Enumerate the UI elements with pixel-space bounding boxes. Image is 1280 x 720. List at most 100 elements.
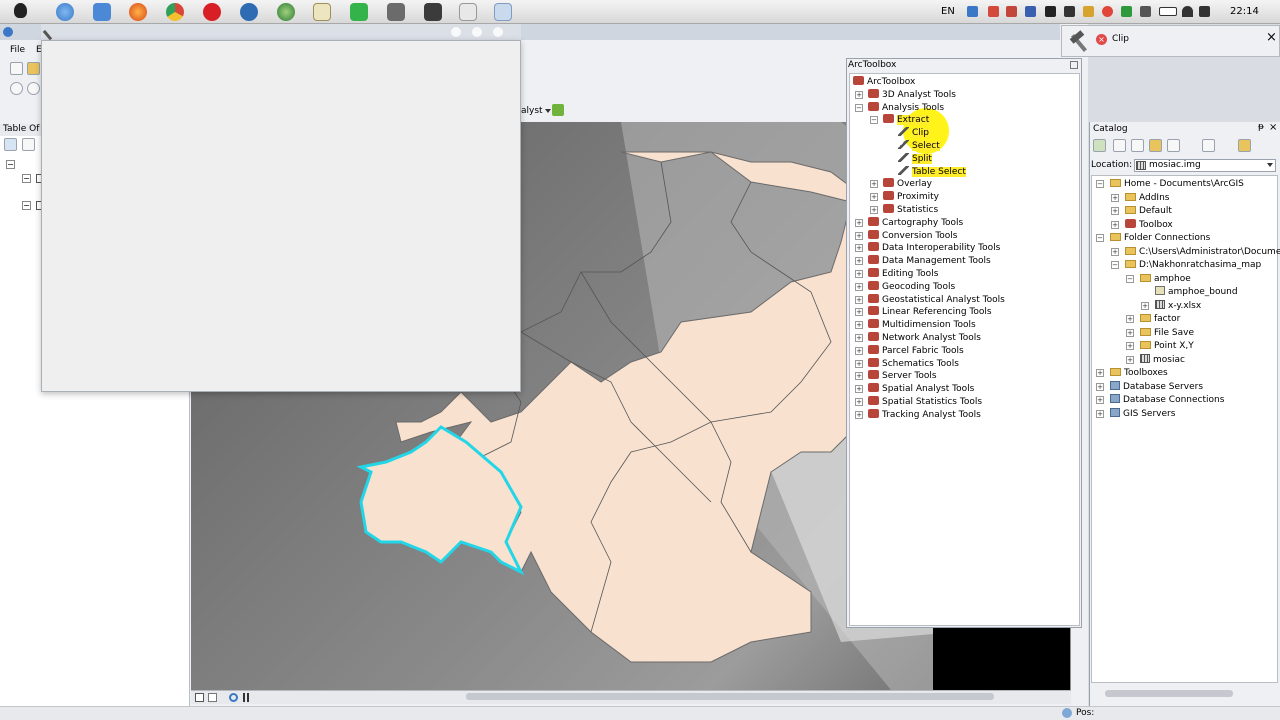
catalog-expander-icon[interactable]: − [1111, 261, 1119, 269]
document-app-icon[interactable] [459, 3, 477, 21]
menu-file[interactable]: File [10, 45, 25, 55]
check-geometry-icon[interactable] [552, 104, 564, 116]
catalog-close-icon[interactable]: × [1269, 122, 1277, 133]
analyst-dropdown-arrow-icon[interactable] [545, 109, 551, 113]
tree-expander-icon[interactable]: + [855, 372, 863, 381]
layout-view-icon[interactable] [208, 693, 217, 702]
tree-expander-icon[interactable]: + [855, 385, 863, 394]
tree-expander-icon[interactable]: + [855, 308, 863, 317]
tray-icon-5[interactable] [1045, 6, 1056, 17]
collapse-layer-1-icon[interactable]: − [22, 174, 31, 183]
catalog-expander-icon[interactable]: + [1111, 207, 1119, 215]
catalog-item[interactable]: D:\Nakhonratchasima_map [1125, 259, 1261, 271]
new-folder-icon[interactable] [1238, 139, 1251, 152]
catalog-item[interactable]: Toolbox [1125, 218, 1173, 231]
analyst-dropdown-label[interactable]: alyst [521, 106, 543, 116]
catalog-expander-icon[interactable]: + [1126, 355, 1134, 364]
tree-expander-icon[interactable]: + [855, 218, 863, 227]
tray-icon-7[interactable] [1083, 6, 1094, 17]
toolbox-item[interactable]: Extract [883, 114, 930, 126]
toolbox-item[interactable]: Conversion Tools [868, 229, 958, 242]
tray-icon-10[interactable] [1140, 6, 1151, 17]
catalog-item[interactable]: AddIns [1125, 192, 1169, 204]
tree-expander-icon[interactable]: + [855, 282, 863, 291]
list-by-source-icon[interactable] [22, 138, 35, 151]
tree-expander-icon[interactable]: − [855, 103, 863, 112]
tree-expander-icon[interactable]: + [870, 180, 878, 189]
open-folder-icon[interactable] [27, 62, 40, 75]
catalog-horizontal-scrollbar[interactable] [1105, 690, 1233, 697]
catalog-expander-icon[interactable]: + [1141, 301, 1149, 310]
toolbox-item[interactable]: Linear Referencing Tools [868, 306, 992, 318]
toolbox-item[interactable]: Network Analyst Tools [868, 332, 981, 344]
tree-expander-icon[interactable]: + [855, 270, 863, 278]
pause-drawing-icon[interactable] [243, 693, 249, 702]
notepad-icon[interactable] [313, 3, 331, 21]
opera-icon[interactable] [203, 3, 221, 21]
catalog-expander-icon[interactable]: + [1126, 315, 1134, 323]
tree-expander-icon[interactable]: + [855, 321, 863, 330]
zoom-out-icon[interactable] [27, 82, 40, 95]
catalog-item[interactable]: mosiac [1140, 353, 1185, 366]
tree-expander-icon[interactable]: − [870, 116, 878, 125]
location-input[interactable]: mosiac.img [1134, 159, 1276, 172]
terminal-icon[interactable] [387, 3, 405, 21]
new-document-icon[interactable] [10, 62, 23, 75]
toolbox-item[interactable]: Spatial Statistics Tools [868, 396, 982, 408]
toolbox-item[interactable]: Parcel Fabric Tools [868, 344, 964, 357]
toolbox-tool-item[interactable]: Clip [898, 127, 929, 139]
toolbox-item[interactable]: Overlay [883, 178, 932, 190]
toolbox-item[interactable]: Analysis Tools [868, 101, 944, 114]
toolbox-item[interactable]: Tracking Analyst Tools [868, 408, 981, 421]
catalog-expander-icon[interactable]: − [1126, 274, 1134, 283]
location-dropdown-icon[interactable] [1267, 163, 1273, 167]
tray-icon-9[interactable] [1121, 6, 1132, 17]
collapse-layer-2-icon[interactable]: − [22, 201, 31, 210]
toolbox-item[interactable]: Spatial Analyst Tools [868, 383, 974, 395]
zoom-in-icon[interactable] [10, 82, 23, 95]
tree-expander-icon[interactable]: + [855, 257, 863, 266]
apple-icon[interactable] [14, 3, 27, 18]
up-one-level-icon[interactable] [1131, 139, 1144, 152]
tray-icon-6[interactable] [1064, 6, 1075, 17]
catalog-item[interactable]: Database Connections [1110, 394, 1224, 406]
map-horizontal-scrollbar[interactable] [466, 693, 994, 700]
toolbox-item[interactable]: Data Management Tools [868, 255, 991, 267]
catalog-item[interactable]: x-y.xlsx [1155, 299, 1201, 312]
catalog-item[interactable]: Home - Documents\ArcGIS [1110, 178, 1244, 190]
floating-dialog-titlebar[interactable] [41, 24, 521, 41]
tree-expander-icon[interactable]: + [855, 295, 863, 304]
forward-icon[interactable] [1113, 139, 1126, 152]
catalog-expander-icon[interactable]: + [1111, 247, 1119, 256]
tray-icon-3[interactable] [1006, 6, 1017, 17]
tree-expander-icon[interactable]: + [870, 193, 878, 202]
back-icon[interactable] [1093, 139, 1106, 152]
tree-expander-icon[interactable]: + [855, 359, 863, 368]
tree-expander-icon[interactable]: + [855, 90, 863, 99]
tree-expander-icon[interactable]: + [855, 410, 863, 419]
toolbox-item[interactable]: Data Interoperability Tools [868, 242, 1000, 254]
tray-icon-8[interactable] [1102, 6, 1113, 17]
volume-icon[interactable] [1199, 6, 1210, 17]
toolbox-item[interactable]: Statistics [883, 204, 938, 216]
toolbox-item[interactable]: Editing Tools [868, 268, 938, 280]
finder-icon[interactable] [93, 3, 111, 21]
tree-expander-icon[interactable]: + [855, 398, 863, 406]
toolbox-item[interactable]: 3D Analyst Tools [868, 88, 956, 101]
language-indicator[interactable]: EN [941, 6, 955, 17]
catalog-expander-icon[interactable]: − [1096, 180, 1104, 188]
tools-app-icon[interactable] [424, 3, 442, 21]
battery-icon[interactable] [1159, 7, 1177, 16]
dialog-maximize-button[interactable] [472, 27, 482, 37]
toolbox-tool-item[interactable]: Select [898, 140, 940, 152]
catalog-item[interactable]: Database Servers [1110, 380, 1203, 393]
data-view-icon[interactable] [195, 693, 204, 702]
tree-expander-icon[interactable]: + [855, 334, 863, 342]
catalog-item[interactable]: amphoe_bound [1155, 286, 1238, 298]
refresh-icon[interactable] [229, 693, 238, 702]
tray-icon-1[interactable] [967, 6, 978, 17]
catalog-item[interactable]: factor [1140, 313, 1180, 325]
catalog-expander-icon[interactable]: + [1126, 342, 1134, 350]
catalog-item[interactable]: Default [1125, 205, 1172, 217]
catalog-item[interactable]: amphoe [1140, 273, 1191, 285]
